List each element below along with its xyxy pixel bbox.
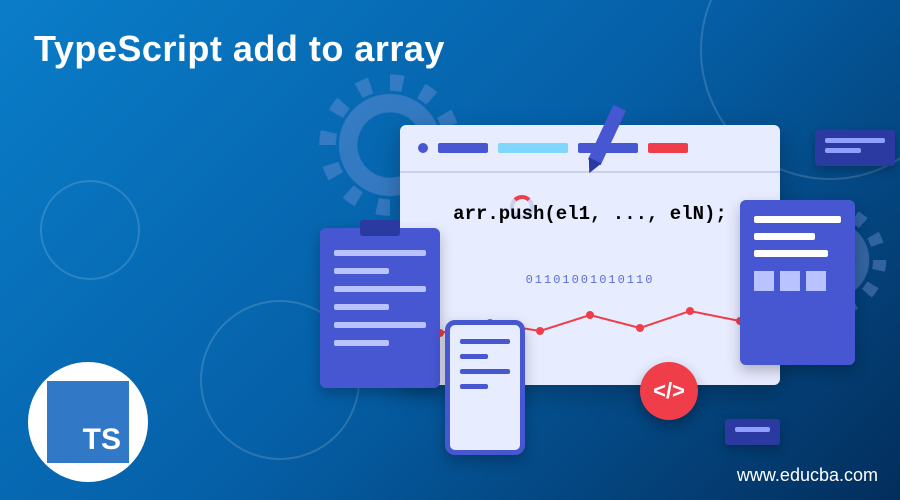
text-line: [825, 148, 861, 153]
binary-text: 01101001010110: [526, 273, 655, 287]
text-line: [460, 369, 510, 374]
text-line: [334, 322, 426, 328]
text-line: [334, 250, 426, 256]
text-line: [460, 354, 488, 359]
topbar-segment: [438, 143, 488, 153]
text-line: [460, 384, 488, 389]
floating-card: [725, 419, 780, 445]
text-line: [334, 286, 426, 292]
website-url: www.educba.com: [737, 465, 878, 486]
text-line: [754, 250, 828, 257]
page-title: TypeScript add to array: [34, 28, 445, 70]
topbar-segment: [648, 143, 688, 153]
ts-logo-square: TS: [47, 381, 129, 463]
text-line: [334, 304, 389, 310]
floating-card: [815, 130, 895, 166]
text-line: [825, 138, 885, 143]
text-line: [735, 427, 770, 432]
thumbnail: [806, 271, 826, 291]
code-snippet: arr.push(el1, ..., elN);: [400, 203, 780, 225]
tablet-panel: [740, 200, 855, 365]
text-line: [754, 233, 815, 240]
text-line: [754, 216, 841, 223]
thumbnail: [754, 271, 774, 291]
text-line: [334, 340, 389, 346]
topbar-segment: [498, 143, 568, 153]
text-line: [334, 268, 389, 274]
illustration: arr.push(el1, ..., elN); 01101001010110: [310, 100, 870, 460]
code-badge-icon: </>: [640, 362, 698, 420]
typescript-logo: TS: [28, 362, 148, 482]
ts-logo-text: TS: [83, 423, 121, 457]
phone-panel: [445, 320, 525, 455]
clipboard-panel: [320, 228, 440, 388]
code-badge-text: </>: [653, 378, 685, 404]
window-dot: [418, 143, 428, 153]
text-line: [460, 339, 510, 344]
thumbnail-row: [754, 271, 841, 291]
thumbnail: [780, 271, 800, 291]
